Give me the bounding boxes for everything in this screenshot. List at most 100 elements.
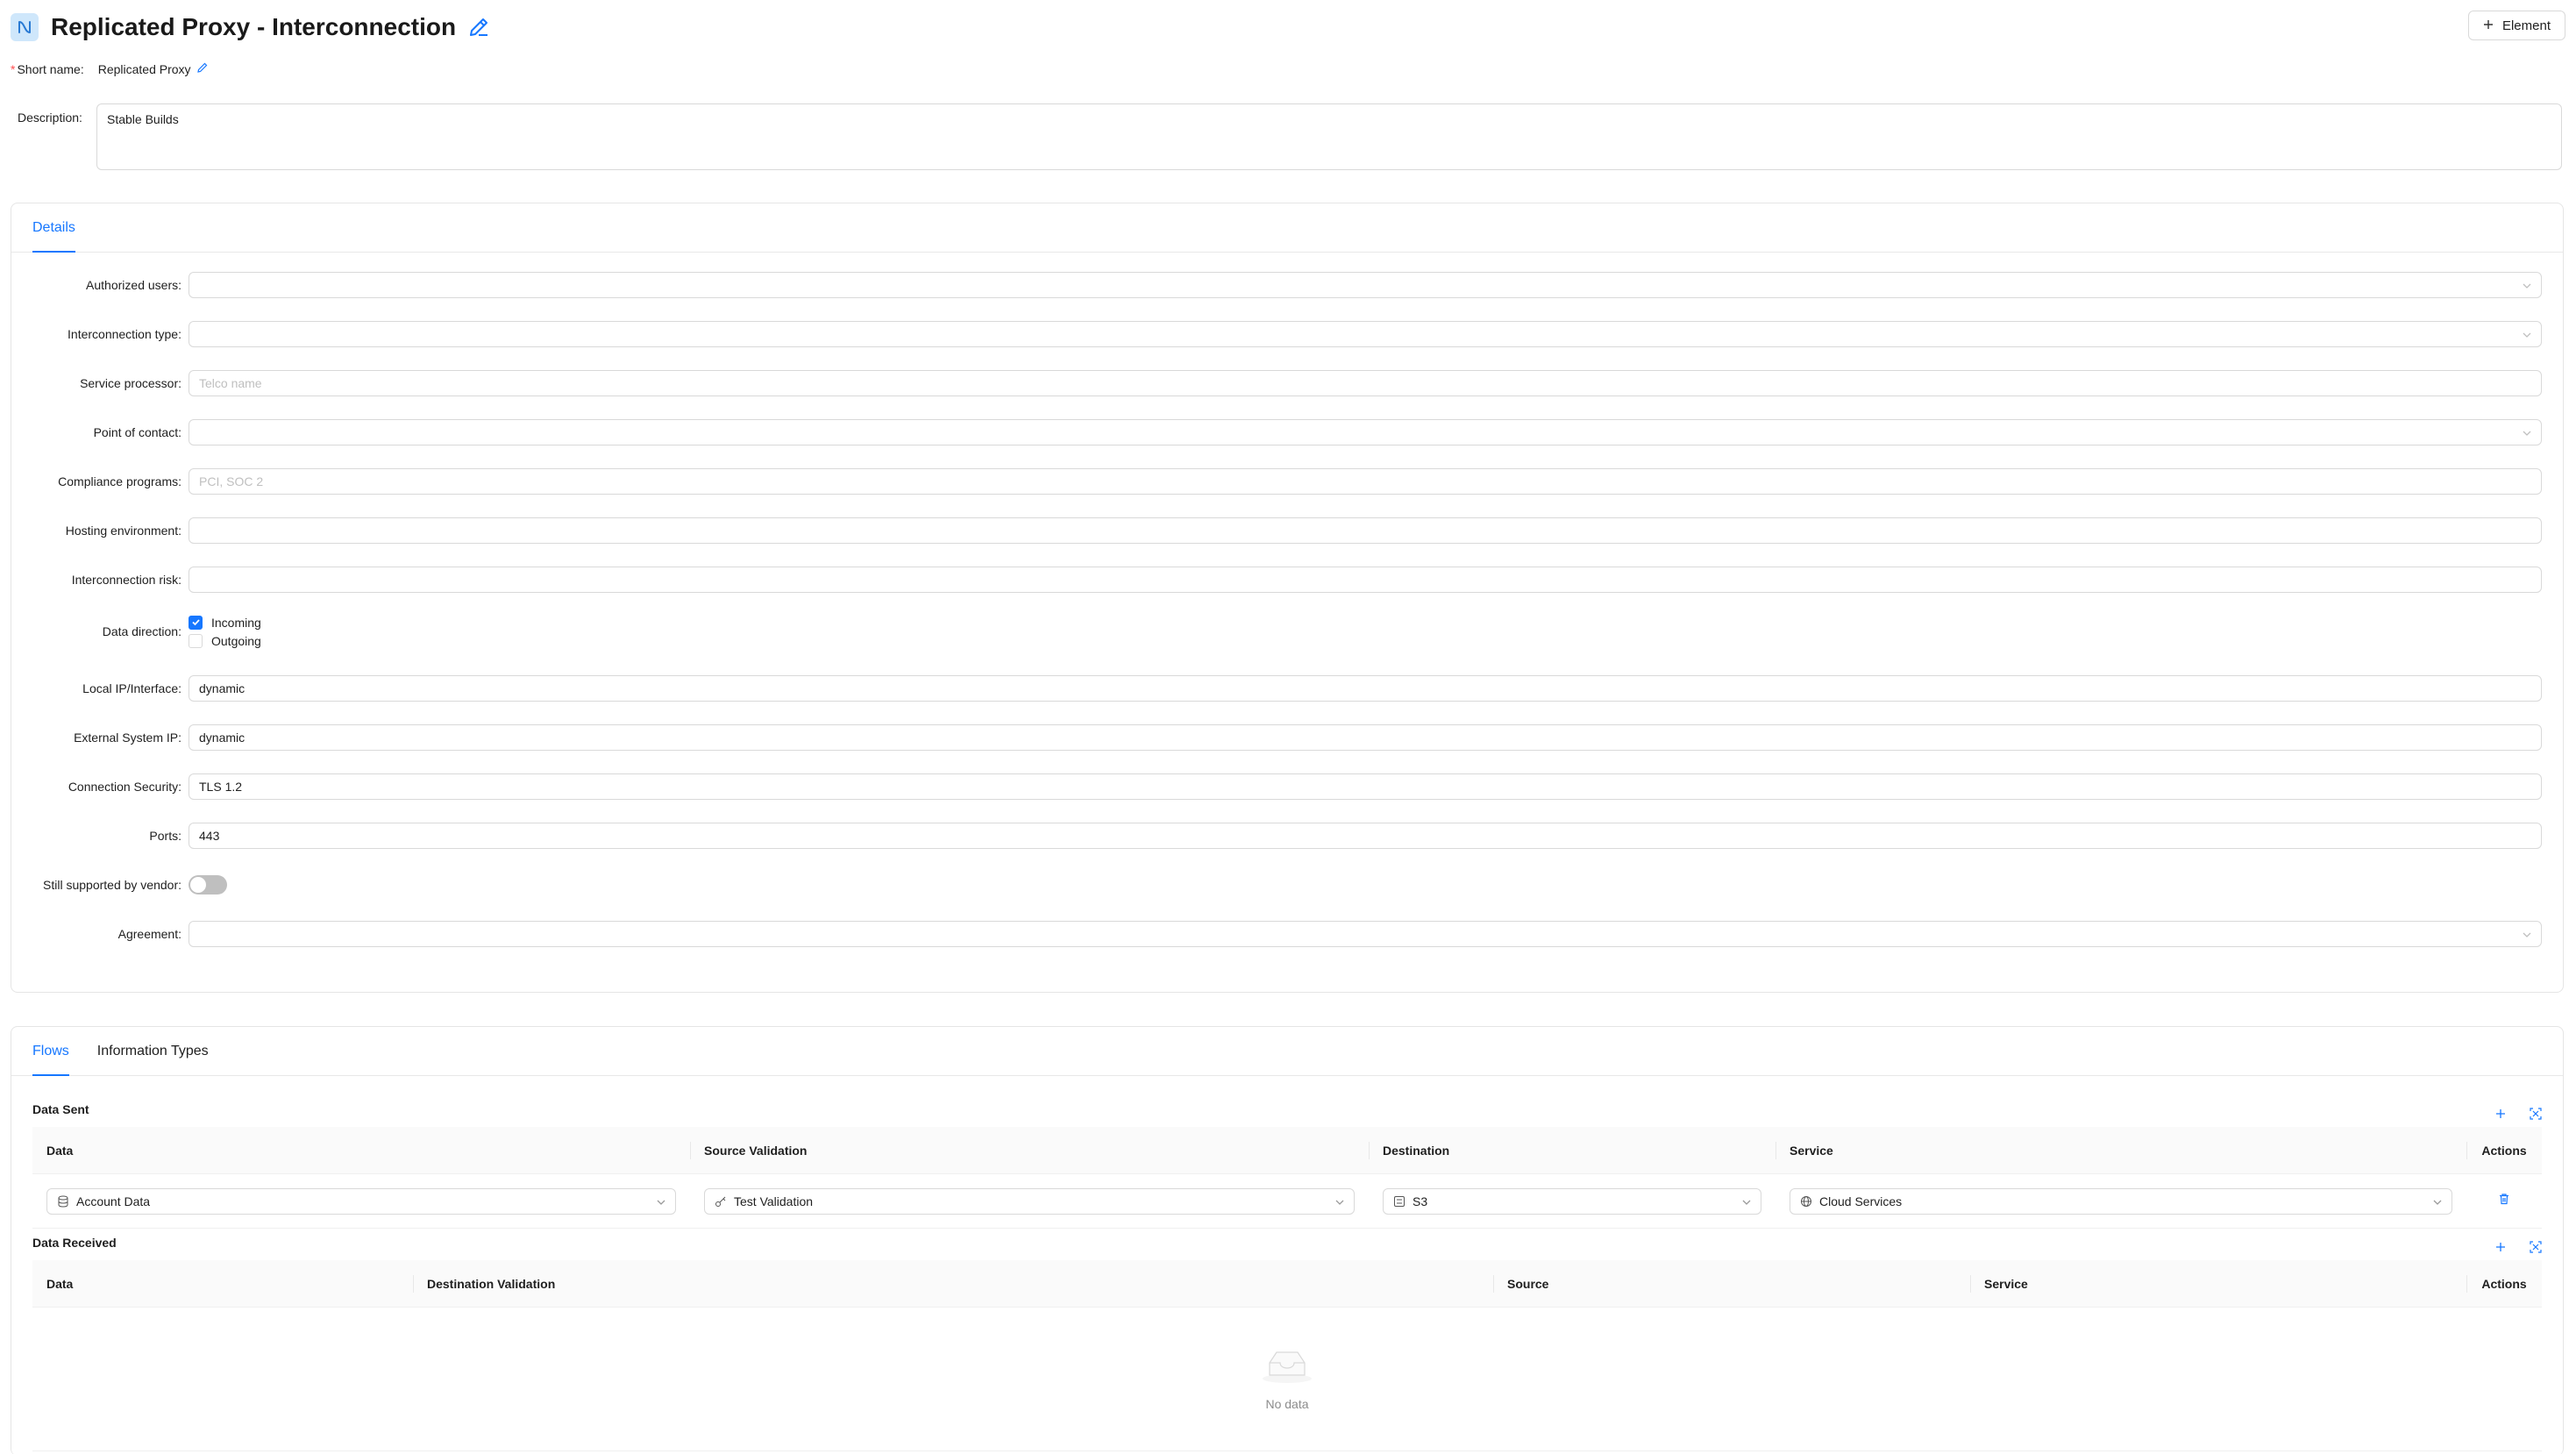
data-sent-header: Data Source Validation Destination Servi… — [32, 1127, 2542, 1174]
edit-short-name-icon[interactable] — [196, 61, 209, 76]
interconnection-type-row: Interconnection type: — [32, 321, 2542, 347]
chevron-down-icon — [2523, 431, 2531, 436]
data-direction-row: Data direction: Incoming Outgoing — [102, 615, 261, 648]
service-processor-placeholder: Telco name — [199, 376, 262, 390]
destination-select[interactable]: S3 — [1383, 1187, 1761, 1215]
data-received-table: Data Destination Validation Source Servi… — [32, 1260, 2542, 1451]
chevron-down-icon — [657, 1200, 665, 1205]
data-sent-actions — [2493, 1106, 2544, 1122]
data-sent-table: Data Source Validation Destination Servi… — [32, 1127, 2542, 1229]
data-received-actions — [2493, 1239, 2544, 1255]
flows-tabs: Flows Information Types — [11, 1027, 2563, 1076]
point-of-contact-select[interactable] — [189, 419, 2542, 445]
outgoing-checkbox-item[interactable]: Outgoing — [189, 633, 261, 648]
hosting-environment-row: Hosting environment: — [32, 517, 2542, 544]
local-ip-input[interactable]: dynamic — [189, 675, 2542, 702]
col-actions: Actions — [2466, 1260, 2542, 1308]
vendor-supported-toggle[interactable] — [189, 875, 227, 894]
description-label: Description: — [18, 110, 82, 125]
col-service: Service — [1970, 1260, 2466, 1308]
compliance-programs-placeholder: PCI, SOC 2 — [199, 474, 264, 488]
plus-icon — [2483, 18, 2494, 33]
edit-title-icon[interactable] — [466, 15, 491, 39]
service-processor-row: Service processor: Telco name — [32, 370, 2542, 396]
description-row: Description: Stable Builds — [18, 103, 2562, 170]
data-direction-group: Incoming Outgoing — [189, 615, 261, 648]
col-actions: Actions — [2466, 1127, 2542, 1174]
compliance-programs-input[interactable]: PCI, SOC 2 — [189, 468, 2542, 495]
point-of-contact-row: Point of contact: — [32, 419, 2542, 445]
flows-card: Flows Information Types Data Sent Data S… — [11, 1026, 2564, 1454]
incoming-checkbox-item[interactable]: Incoming — [189, 615, 261, 630]
chevron-down-icon — [2523, 332, 2531, 338]
data-received-header: Data Destination Validation Source Servi… — [32, 1260, 2542, 1308]
interconnection-type-select[interactable] — [189, 321, 2542, 347]
destination-value: S3 — [1413, 1194, 1428, 1208]
interconnection-risk-input[interactable] — [189, 567, 2542, 593]
data-sent-title: Data Sent — [32, 1102, 89, 1116]
data-value: Account Data — [76, 1194, 151, 1208]
data-received-title: Data Received — [32, 1236, 117, 1250]
agreement-row: Agreement: — [32, 921, 2542, 947]
details-card: Details Authorized users: Interconnectio… — [11, 203, 2564, 993]
add-sent-icon[interactable] — [2493, 1106, 2508, 1122]
ports-row: Ports: 443 — [32, 823, 2542, 849]
col-data: Data — [46, 1143, 74, 1158]
delete-icon[interactable] — [2498, 1193, 2510, 1209]
col-data: Data — [46, 1276, 74, 1291]
connection-security-row: Connection Security: TLS 1.2 — [32, 773, 2542, 800]
add-element-label: Element — [2501, 18, 2551, 33]
description-textarea[interactable]: Stable Builds — [96, 103, 2562, 170]
outgoing-label: Outgoing — [211, 633, 261, 648]
chevron-down-icon — [2523, 283, 2531, 289]
external-ip-input[interactable]: dynamic — [189, 724, 2542, 751]
external-ip-row: External System IP: dynamic — [32, 724, 2542, 751]
authorized-users-row: Authorized users: — [32, 272, 2542, 298]
incoming-label: Incoming — [211, 615, 261, 630]
outgoing-checkbox[interactable] — [189, 633, 203, 648]
empty-state: No data — [32, 1308, 2542, 1451]
chevron-down-icon — [2523, 932, 2531, 937]
hosting-environment-input[interactable] — [189, 517, 2542, 544]
vendor-supported-row: Still supported by vendor: — [32, 872, 2542, 898]
service-processor-input[interactable]: Telco name — [189, 370, 2542, 396]
table-row: Account Data Test Validation S3 Cloud Se… — [32, 1174, 2542, 1229]
globe-icon — [1801, 1195, 1811, 1207]
details-tabs: Details — [11, 203, 2563, 253]
ports-input[interactable]: 443 — [189, 823, 2542, 849]
agreement-select[interactable] — [189, 921, 2542, 947]
source-validation-value: Test Validation — [734, 1194, 814, 1208]
service-select[interactable]: Cloud Services — [1790, 1187, 2452, 1215]
service-value: Cloud Services — [1819, 1194, 1903, 1208]
page-title: Replicated Proxy - Interconnection — [51, 13, 457, 40]
data-select[interactable]: Account Data — [46, 1187, 676, 1215]
tab-details[interactable]: Details — [32, 203, 75, 253]
fullscreen-received-icon[interactable] — [2528, 1239, 2544, 1255]
fullscreen-sent-icon[interactable] — [2528, 1106, 2544, 1122]
col-source-validation: Source Validation — [690, 1127, 1369, 1174]
short-name-row: * Short name: Replicated Proxy — [11, 61, 209, 76]
chevron-down-icon — [1742, 1200, 1751, 1205]
interconnection-icon — [11, 13, 39, 41]
interconnection-risk-row: Interconnection risk: — [32, 567, 2542, 593]
toggle-knob — [190, 877, 206, 893]
col-source: Source — [1493, 1260, 1970, 1308]
source-validation-select[interactable]: Test Validation — [704, 1187, 1355, 1215]
incoming-checkbox[interactable] — [189, 615, 203, 630]
compliance-programs-row: Compliance programs: PCI, SOC 2 — [32, 468, 2542, 495]
add-element-button[interactable]: Element — [2467, 11, 2565, 40]
chevron-down-icon — [1335, 1200, 1344, 1205]
col-destination: Destination — [1369, 1127, 1775, 1174]
connection-security-input[interactable]: TLS 1.2 — [189, 773, 2542, 800]
tab-information-types[interactable]: Information Types — [97, 1027, 209, 1075]
short-name-label: * Short name: — [11, 61, 84, 76]
col-service: Service — [1775, 1127, 2466, 1174]
local-ip-row: Local IP/Interface: dynamic — [32, 675, 2542, 702]
storage-icon — [1394, 1195, 1405, 1207]
add-received-icon[interactable] — [2493, 1239, 2508, 1255]
authorized-users-select[interactable] — [189, 272, 2542, 298]
key-icon — [715, 1196, 726, 1207]
empty-inbox-icon — [1261, 1347, 1313, 1388]
col-destination-validation: Destination Validation — [413, 1260, 1493, 1308]
tab-flows[interactable]: Flows — [32, 1027, 69, 1076]
